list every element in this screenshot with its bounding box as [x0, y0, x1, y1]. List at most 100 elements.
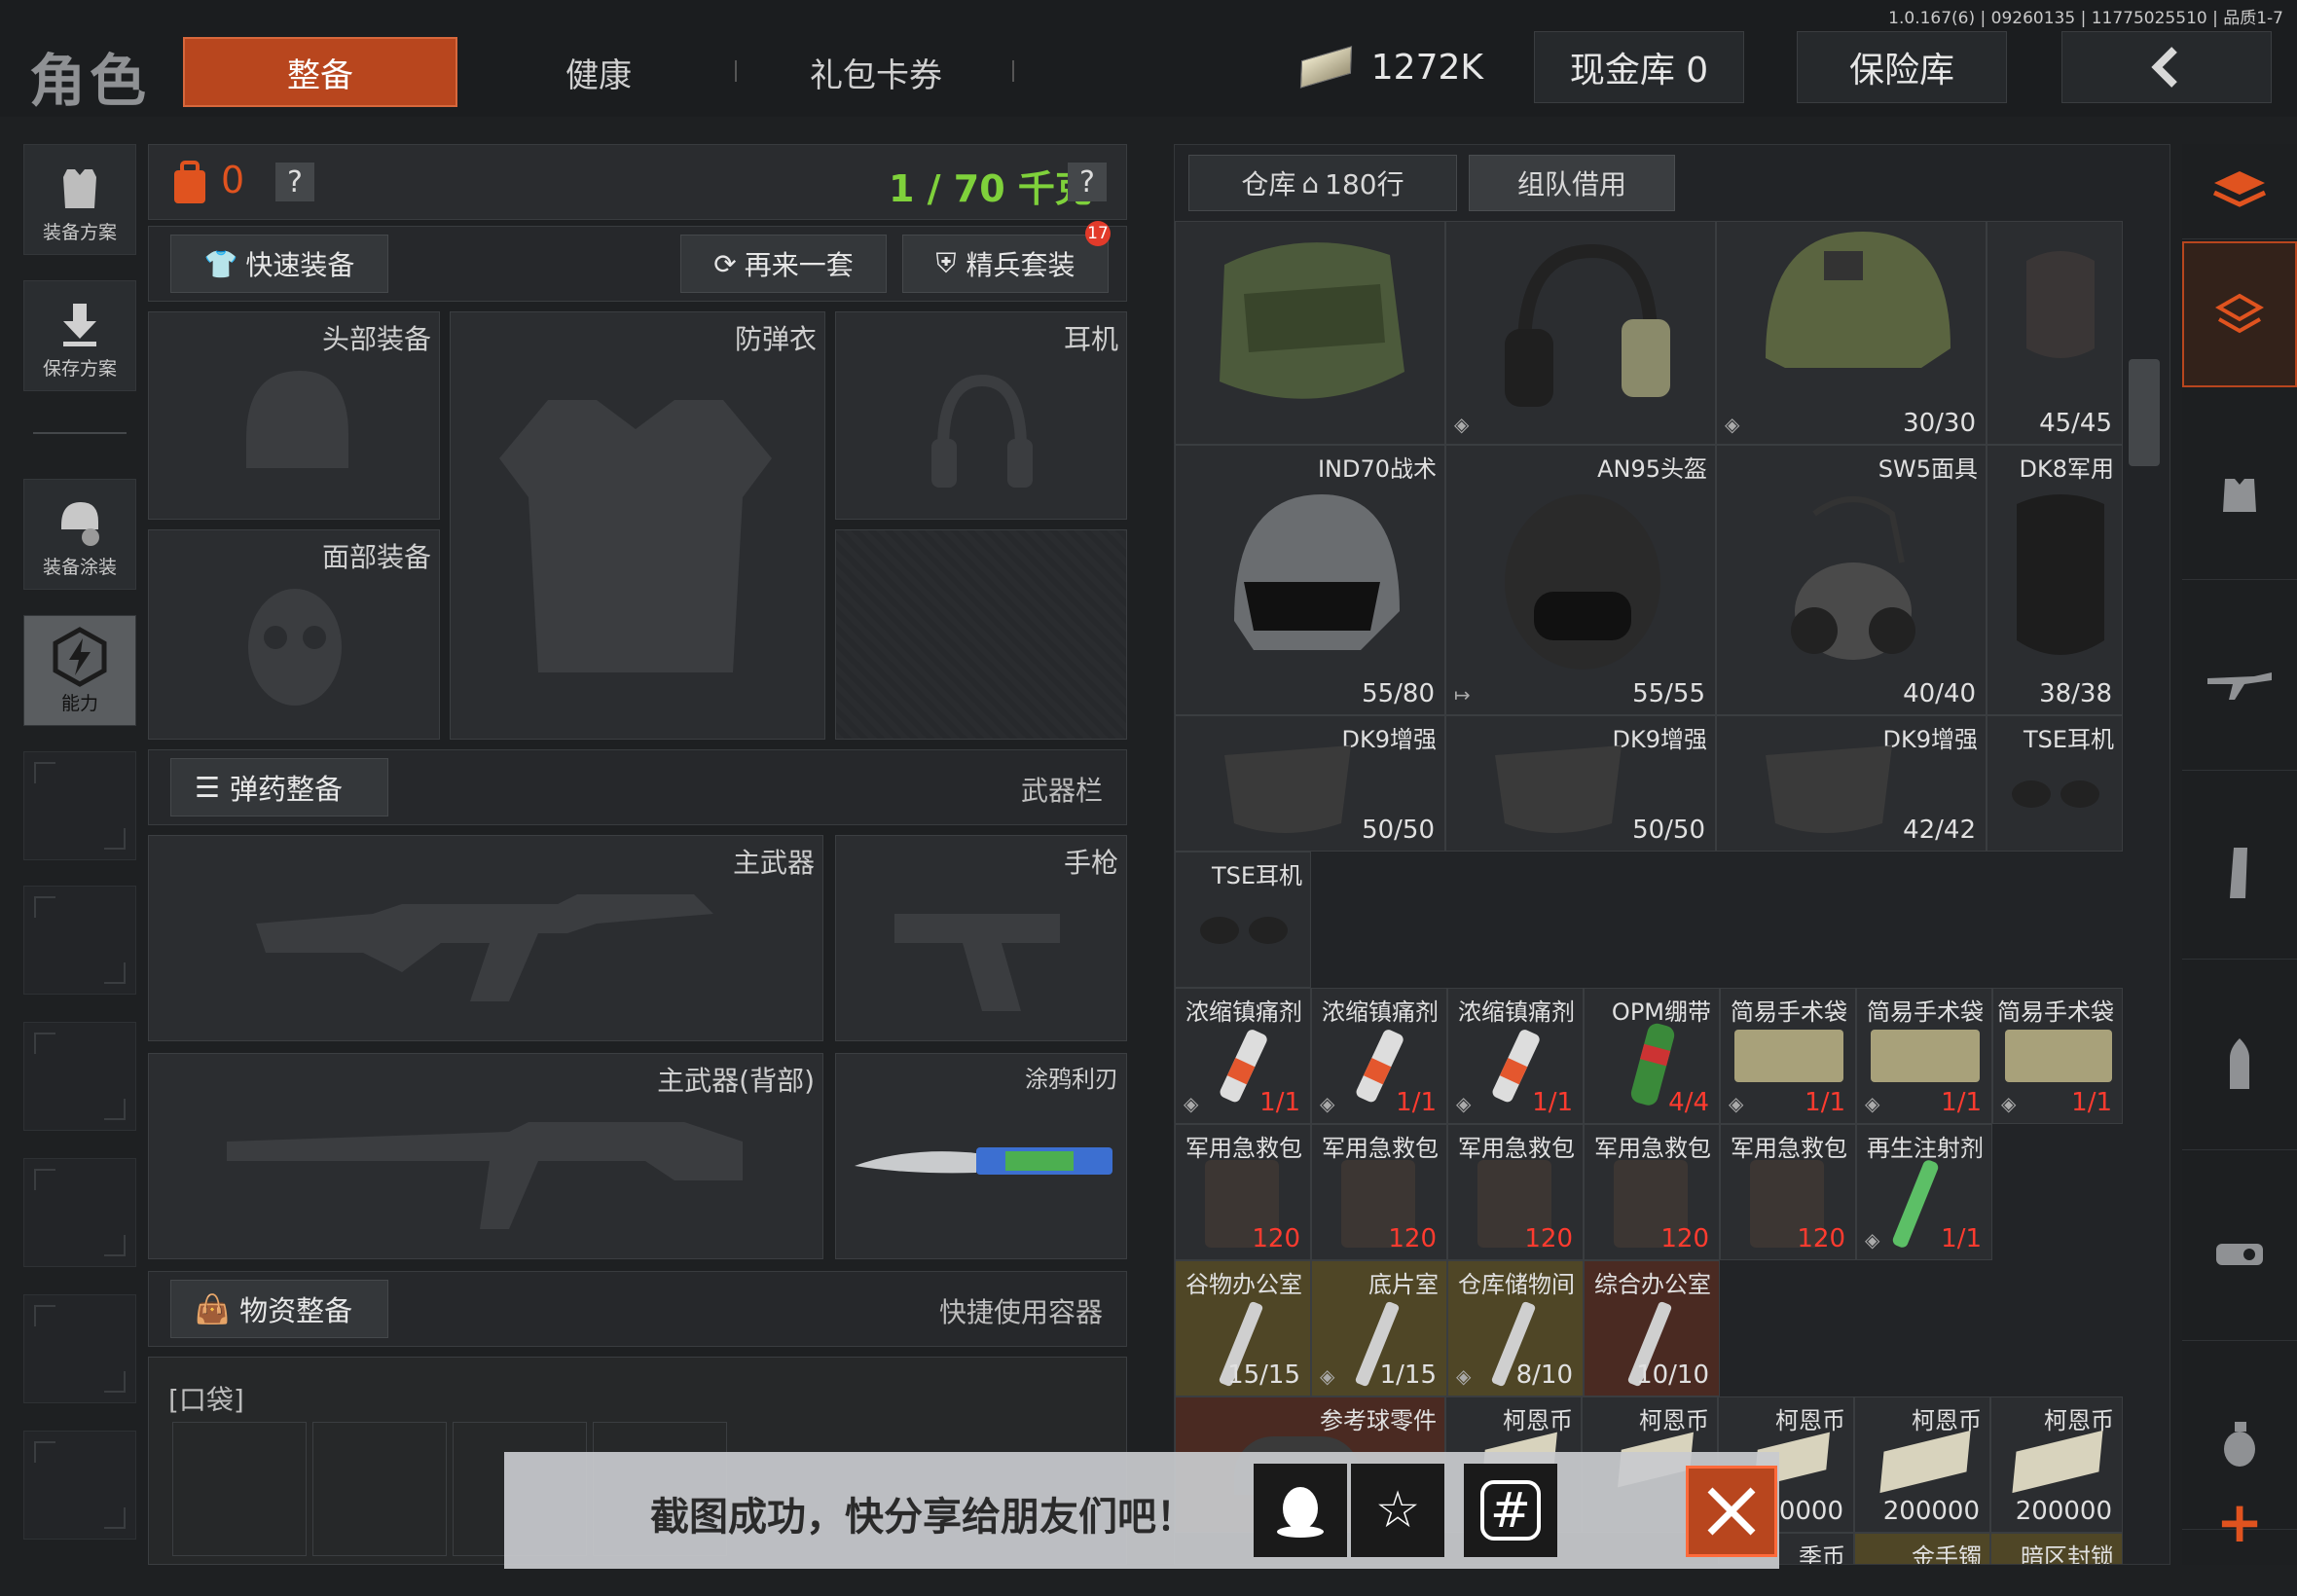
weapon-bar-label: 武器栏: [1020, 775, 1103, 807]
item-cell-surgery-kit[interactable]: 简易手术袋 ◈ 1/1: [1992, 988, 2123, 1124]
item-cell-backpack[interactable]: [1175, 221, 1445, 445]
item-cell-dk9[interactable]: DK9增强 50/50: [1445, 715, 1716, 852]
item-cell-dk9[interactable]: DK9增强 50/50: [1175, 715, 1445, 852]
pocket-slot[interactable]: [172, 1422, 307, 1556]
item-cell-first-aid[interactable]: 军用急救包 120: [1720, 1124, 1856, 1260]
item-count: 120: [1252, 1224, 1300, 1253]
item-cell-painkiller[interactable]: 浓缩镇痛剂 ◈ 1/1: [1311, 988, 1447, 1124]
category-all[interactable]: [2182, 144, 2297, 239]
item-cell-coin[interactable]: 柯恩币 200000: [1990, 1396, 2123, 1533]
item-cell-partial[interactable]: 金手镯: [1854, 1533, 1990, 1564]
item-cell-painkiller[interactable]: 浓缩镇痛剂 ◈ 1/1: [1447, 988, 1584, 1124]
elite-set-button[interactable]: ⛨ 精兵套装: [902, 235, 1109, 293]
share-qzone-button[interactable]: ☆: [1351, 1464, 1444, 1557]
toast-close-button[interactable]: [1686, 1466, 1777, 1557]
add-category-button[interactable]: +: [2182, 1479, 2297, 1565]
share-qq-button[interactable]: [1254, 1464, 1347, 1557]
item-cell-surgery-kit[interactable]: 简易手术袋 ◈ 1/1: [1720, 988, 1856, 1124]
armor-icon: [2223, 478, 2256, 512]
item-count: 1/1: [1941, 1088, 1982, 1117]
item-cell-dk8[interactable]: DK8军用 38/38: [1987, 445, 2123, 715]
face-plate-icon: [2017, 494, 2104, 655]
armor-slot[interactable]: 防弹衣: [450, 311, 825, 740]
category-armor[interactable]: [2182, 407, 2297, 580]
primary-back-slot[interactable]: 主武器(背部): [148, 1053, 823, 1259]
category-magazines[interactable]: [2182, 786, 2297, 960]
tier-icon: ◈: [1456, 1092, 1472, 1115]
item-cell-key[interactable]: 底片室 ◈ 1/15: [1311, 1260, 1447, 1396]
supply-prep-button[interactable]: 👜 物资整备: [170, 1280, 388, 1338]
item-cell-an95[interactable]: AN95头盔 ↦ 55/55: [1445, 445, 1716, 715]
item-cell-first-aid[interactable]: 军用急救包 120: [1584, 1124, 1720, 1260]
gasmask-silhouette-icon: [248, 589, 342, 706]
extra-slot[interactable]: [835, 529, 1127, 740]
primary-weapon-slot[interactable]: 主武器: [148, 835, 823, 1041]
sidebar-loadout-plan[interactable]: 装备方案: [23, 144, 136, 255]
back-button[interactable]: [2061, 31, 2272, 103]
category-weapons[interactable]: [2182, 598, 2297, 771]
mesh-visor-icon: [1495, 745, 1622, 833]
tab-equip[interactable]: 整备: [183, 37, 457, 107]
pistol-silhouette-icon: [894, 914, 1060, 1011]
share-topic-button[interactable]: #: [1464, 1464, 1557, 1557]
item-cell-first-aid[interactable]: 军用急救包 120: [1311, 1124, 1447, 1260]
item-cell-surgery-kit[interactable]: 简易手术袋 ◈ 1/1: [1856, 988, 1992, 1124]
item-cell-tse[interactable]: TSE耳机: [1175, 852, 1311, 988]
item-cell-painkiller[interactable]: 浓缩镇痛剂 ◈ 1/1: [1175, 988, 1311, 1124]
currency-amount: 1272K: [1370, 47, 1483, 88]
item-cell-sw5[interactable]: SW5面具 40/40: [1716, 445, 1987, 715]
safe-button[interactable]: 保险库: [1797, 31, 2007, 103]
item-cell-key[interactable]: 综合办公室 10/10: [1584, 1260, 1720, 1396]
category-ammo[interactable]: [2182, 977, 2297, 1150]
pistol-slot[interactable]: 手枪: [835, 835, 1127, 1041]
item-cell-helmet[interactable]: ◈ 30/30: [1716, 221, 1987, 445]
quick-equip-button[interactable]: 👕 快速装备: [170, 235, 388, 293]
weight-help-icon[interactable]: ?: [1068, 163, 1107, 201]
item-cell-tse[interactable]: TSE耳机: [1987, 715, 2123, 852]
item-name: 浓缩镇痛剂: [1458, 998, 1575, 1026]
item-cell-partial[interactable]: 暗区封锁: [1990, 1533, 2123, 1564]
tab-health[interactable]: 健康: [487, 37, 711, 107]
sidebar-ability[interactable]: 能力: [23, 615, 136, 726]
category-equipment[interactable]: [2182, 241, 2297, 387]
empty-slot: [23, 1158, 136, 1267]
category-attachments[interactable]: [2182, 1168, 2297, 1341]
item-name: 军用急救包: [1185, 1135, 1302, 1162]
head-gear-slot[interactable]: 头部装备: [148, 311, 440, 520]
item-cell-headset[interactable]: ◈: [1445, 221, 1716, 445]
item-name: 军用急救包: [1731, 1135, 1847, 1162]
item-cell-coin[interactable]: 柯恩币 200000: [1854, 1396, 1990, 1533]
item-cell-dk9[interactable]: DK9增强 42/42: [1716, 715, 1987, 852]
item-cell-key[interactable]: 仓库储物间 ◈ 8/10: [1447, 1260, 1584, 1396]
item-cell-key[interactable]: 谷物办公室 15/15: [1175, 1260, 1311, 1396]
help-icon[interactable]: ?: [275, 163, 314, 201]
sidebar-equipment-skin[interactable]: 装备涂装: [23, 479, 136, 590]
item-name: DK8军用: [2019, 455, 2115, 483]
sidebar-save-plan[interactable]: 保存方案: [23, 280, 136, 391]
another-set-button[interactable]: ⟳ 再来一套: [680, 235, 887, 293]
scrollbar-thumb[interactable]: [2129, 359, 2160, 466]
item-cell-bandage[interactable]: OPM绷带 4/4: [1584, 988, 1720, 1124]
empty-slot: [23, 886, 136, 995]
item-cell-regen-injector[interactable]: 再生注射剂 ◈ 1/1: [1856, 1124, 1992, 1260]
pouch-icon: [1734, 1030, 1843, 1082]
supply-section-header: 👜 物资整备 快捷使用容器: [148, 1271, 1127, 1347]
version-text: 1.0.167(6) | 09260135 | 11775025510 | 品质…: [1888, 9, 2283, 28]
item-name: 参考球零件: [1320, 1407, 1437, 1434]
item-cell-first-aid[interactable]: 军用急救包 120: [1447, 1124, 1584, 1260]
slot-label: 面部装备: [321, 541, 431, 573]
team-borrow-tab[interactable]: 组队借用: [1469, 155, 1675, 211]
warehouse-tab[interactable]: 仓库 ⌂ 180行: [1188, 155, 1457, 211]
headset-slot[interactable]: 耳机: [835, 311, 1127, 520]
cash-vault-button[interactable]: 现金库 0: [1534, 31, 1744, 103]
item-cell-ind70[interactable]: IND70战术 55/80: [1175, 445, 1445, 715]
pocket-slot[interactable]: [312, 1422, 447, 1556]
knife-slot[interactable]: 涂鸦利刃: [835, 1053, 1127, 1259]
face-gear-slot[interactable]: 面部装备: [148, 529, 440, 740]
item-cell-face-shield[interactable]: 45/45: [1987, 221, 2123, 445]
tab-gift-cards[interactable]: 礼包卡券: [759, 37, 993, 107]
item-count: 42/42: [1903, 816, 1976, 845]
item-cell-first-aid[interactable]: 军用急救包 120: [1175, 1124, 1311, 1260]
empty-slot: [23, 1431, 136, 1540]
ammo-prep-button[interactable]: ☰ 弹药整备: [170, 758, 388, 816]
